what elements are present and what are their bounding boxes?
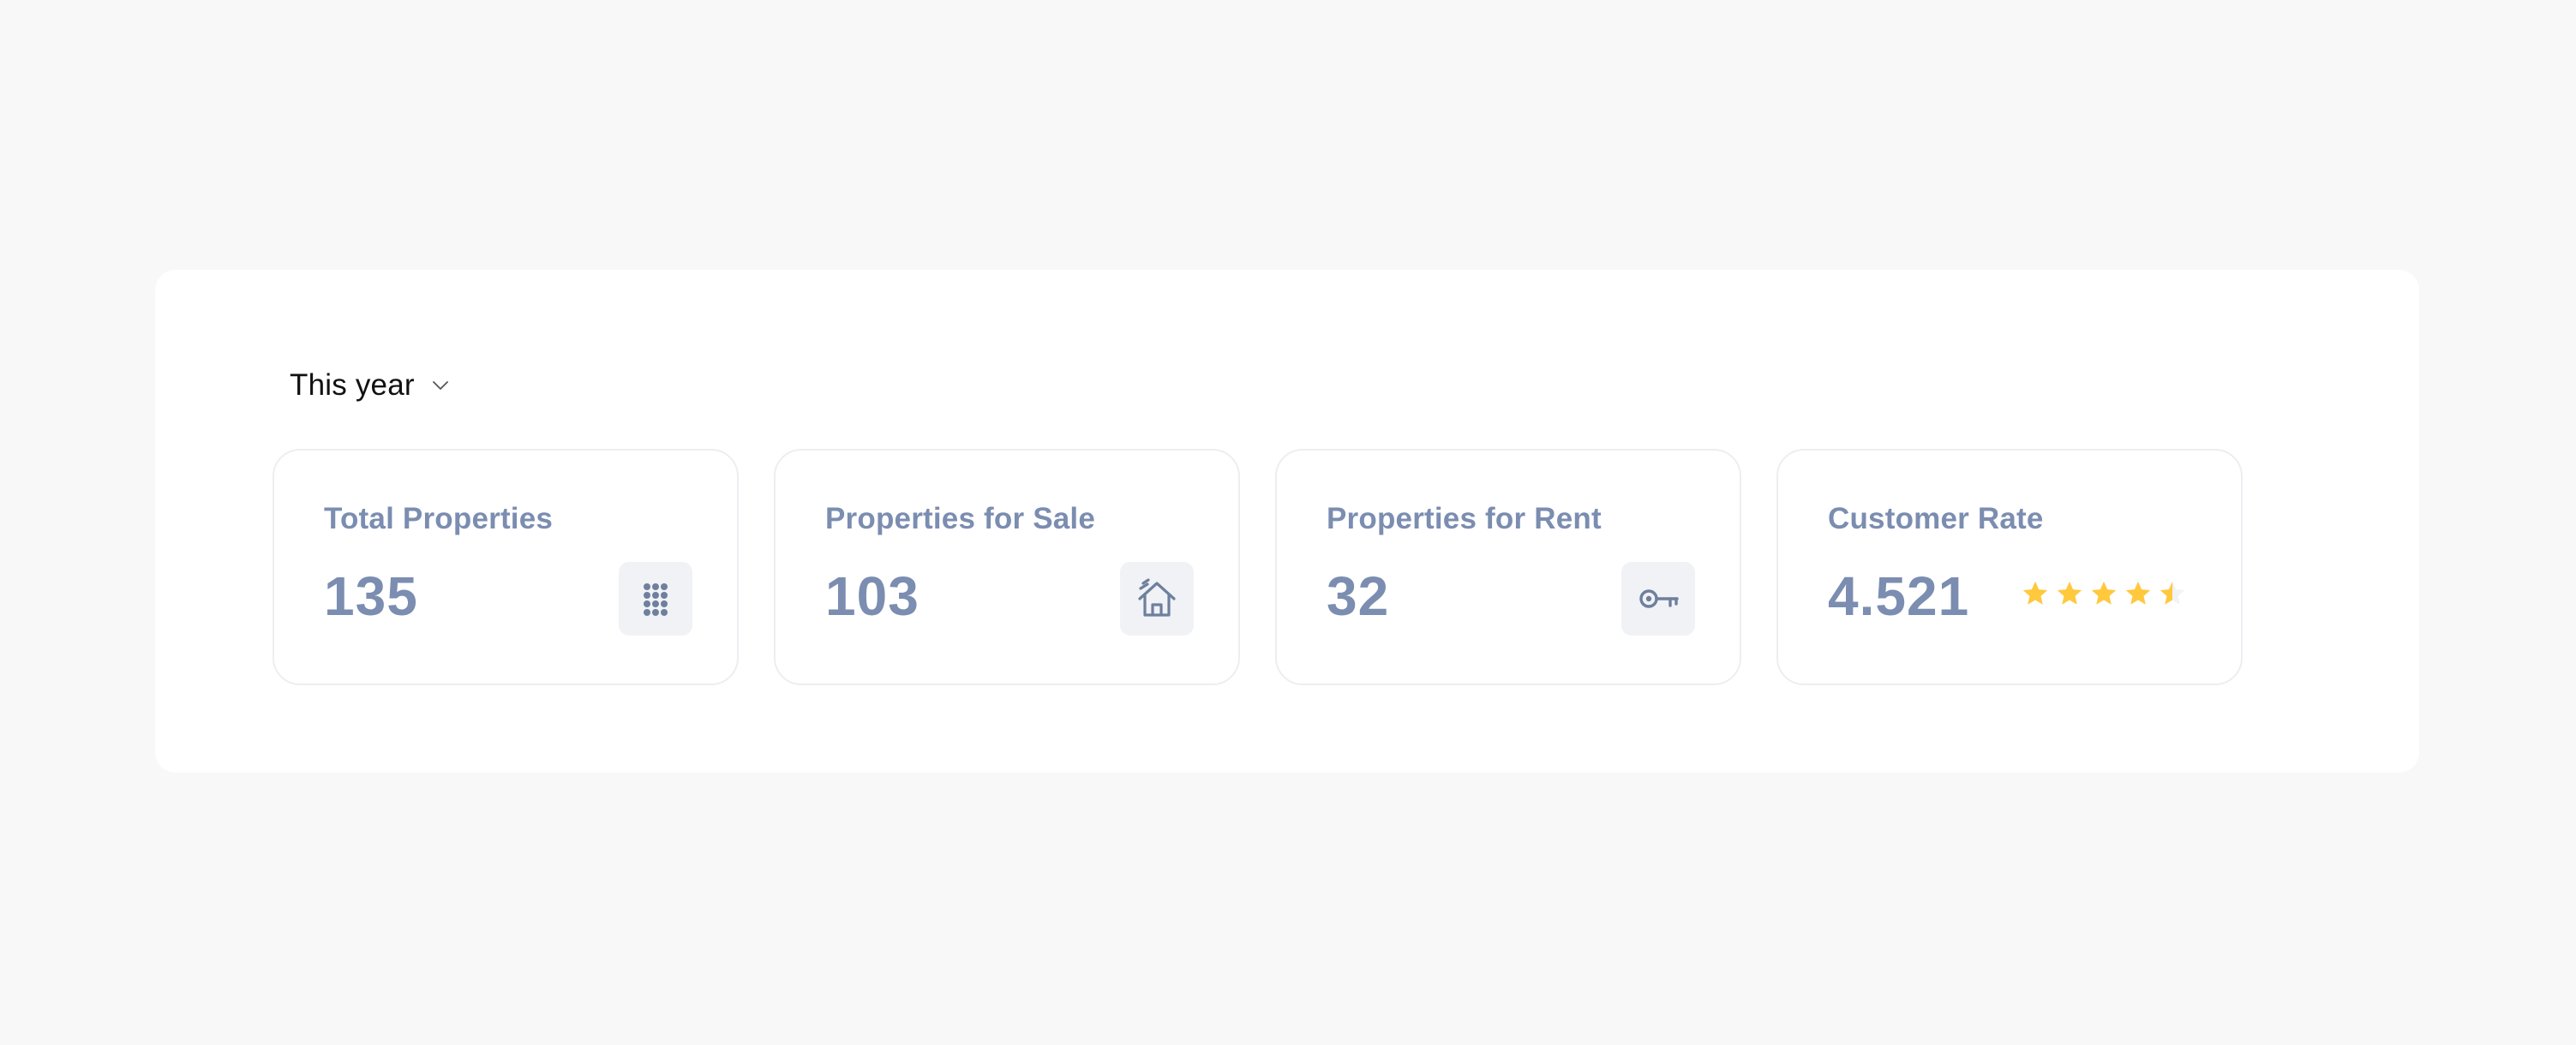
key-icon — [1639, 589, 1679, 608]
stat-card-value: 4.521 — [1828, 565, 1970, 627]
stat-card-value: 32 — [1327, 565, 1390, 627]
stat-card-title: Properties for Rent — [1327, 502, 1602, 535]
stat-card-title: Properties for Sale — [825, 502, 1096, 535]
star-icon — [2022, 581, 2048, 605]
stat-card-icon-box — [619, 562, 692, 636]
period-dropdown-label: This year — [290, 368, 415, 402]
star-icon — [2125, 581, 2151, 605]
stat-card-properties-for-rent[interactable]: Properties for Rent 32 — [1275, 449, 1741, 685]
stat-card-properties-for-sale[interactable]: Properties for Sale 103 — [774, 449, 1240, 685]
stat-card-title: Total Properties — [324, 502, 554, 535]
stat-card-customer-rate[interactable]: Customer Rate 4.521 — [1776, 449, 2243, 685]
star-icon — [2091, 581, 2117, 605]
star-icon — [2160, 581, 2185, 605]
star-icon — [2057, 581, 2082, 605]
period-dropdown[interactable]: This year — [290, 364, 451, 407]
house-icon — [1138, 578, 1176, 617]
stat-card-title: Customer Rate — [1828, 502, 2044, 535]
rating-stars — [2021, 579, 2187, 608]
grid-dots-icon — [644, 583, 668, 616]
stat-card-value: 103 — [825, 565, 920, 627]
stat-card-icon-box — [1621, 562, 1695, 636]
chevron-down-icon — [432, 381, 448, 390]
stat-card-value: 135 — [324, 565, 418, 627]
stat-card-icon-box — [1120, 562, 1194, 636]
stats-panel: This year Total Properties 135 Propertie… — [155, 270, 2419, 773]
stat-card-total-properties[interactable]: Total Properties 135 — [273, 449, 739, 685]
